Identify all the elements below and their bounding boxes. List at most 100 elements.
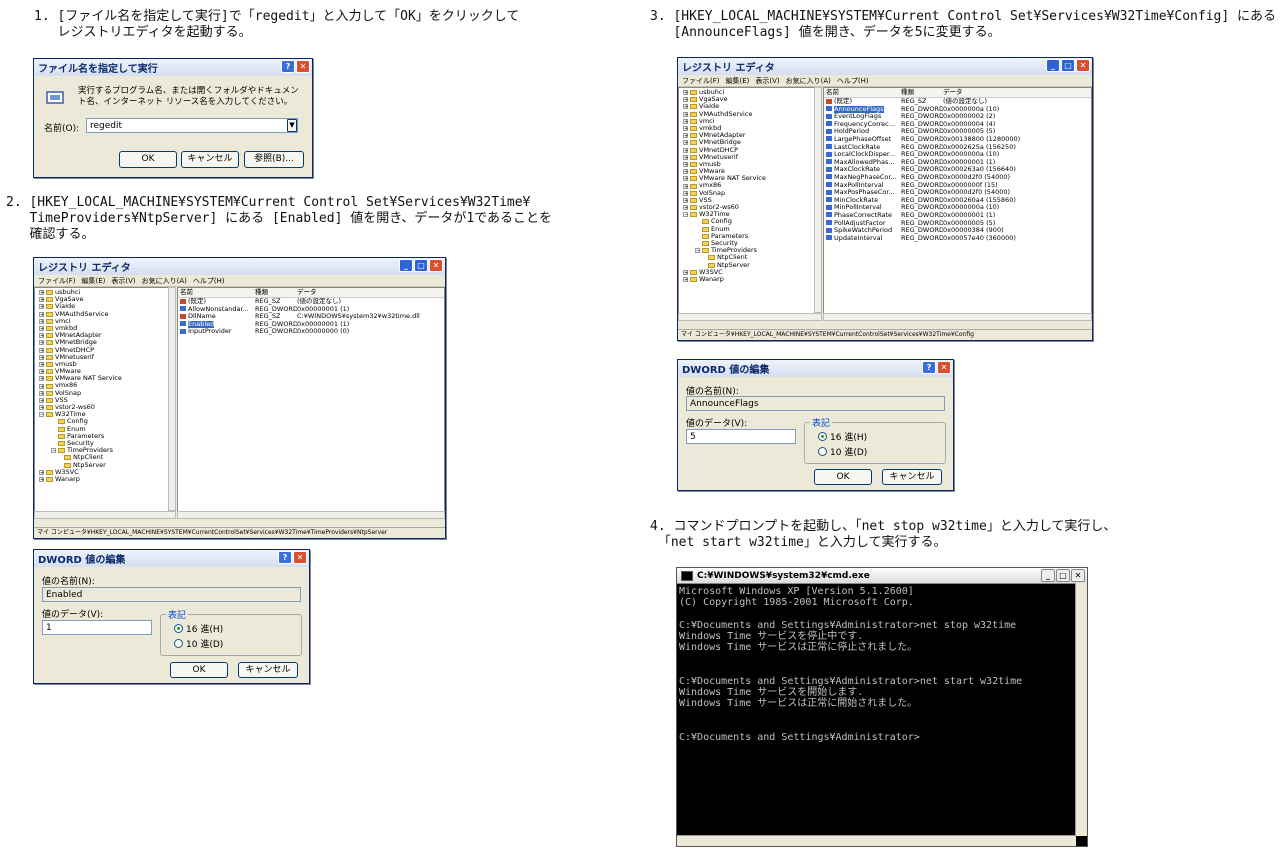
menu-file[interactable]: ファイル(F) — [682, 76, 720, 86]
expand-icon[interactable]: + — [683, 118, 688, 124]
value-row[interactable]: LastClockRate REG_DWORD 0x0002625a (156250… — [824, 144, 1091, 152]
tree-item[interactable]: +Config — [39, 418, 175, 425]
tree-item[interactable]: − TimeProviders — [683, 246, 821, 254]
expand-icon[interactable]: + — [683, 111, 688, 117]
value-row[interactable]: AllowNonstandar... REG_DWORD 0x00000001 (1… — [178, 306, 444, 314]
expand-icon[interactable]: + — [683, 169, 688, 175]
expand-icon[interactable]: + — [683, 140, 688, 146]
value-row[interactable]: SpikeWatchPeriod REG_DWORD 0x00000384 (900… — [824, 227, 1091, 235]
expand-icon[interactable]: + — [39, 340, 44, 346]
expand-icon[interactable]: + — [683, 176, 688, 182]
column-data[interactable]: データ — [943, 88, 1091, 97]
value-data-input[interactable]: 5 — [686, 429, 796, 444]
value-row[interactable]: MaxPollInterval REG_DWORD 0x0000000f (15) — [824, 182, 1091, 190]
expand-icon[interactable]: + — [683, 104, 688, 110]
expand-icon[interactable]: + — [39, 333, 44, 339]
expand-icon[interactable]: + — [683, 269, 688, 275]
expand-icon[interactable]: + — [39, 354, 44, 360]
value-row[interactable]: AnnounceFlags REG_DWORD 0x0000000a (10) — [824, 105, 1091, 114]
expand-icon[interactable]: + — [39, 469, 44, 475]
tree-vscrollbar[interactable] — [814, 87, 822, 313]
minimize-icon[interactable]: _ — [1041, 569, 1055, 582]
close-icon[interactable]: ✕ — [296, 60, 310, 73]
tree-item[interactable]: +Parameters — [683, 232, 821, 240]
cmd-hscrollbar[interactable] — [677, 835, 1076, 846]
minimize-icon[interactable]: _ — [399, 259, 413, 272]
value-row[interactable]: MinClockRate REG_DWORD 0x000260a4 (155860) — [824, 197, 1091, 205]
menu-favorites[interactable]: お気に入り(A) — [786, 76, 831, 86]
expand-icon[interactable]: + — [683, 154, 688, 160]
expand-icon[interactable]: + — [39, 297, 44, 303]
value-row[interactable]: MaxPosPhaseCor... REG_DWORD 0x0000d2f0 (54… — [824, 189, 1091, 197]
cancel-button[interactable]: キャンセル — [238, 662, 298, 678]
expand-icon[interactable]: + — [683, 133, 688, 139]
dec-radio[interactable]: 10 進(D) — [818, 445, 867, 458]
menu-file[interactable]: ファイル(F) — [38, 276, 76, 286]
expand-icon[interactable]: + — [683, 190, 688, 196]
registry-value-list[interactable]: 名前 種類 データ (既定) REG_SZ (値の設定なし) AllowNonstan… — [177, 287, 445, 519]
help-icon[interactable]: ? — [281, 60, 295, 73]
expand-icon[interactable]: + — [683, 205, 688, 211]
tree-item[interactable]: +Enum — [683, 225, 821, 233]
column-name[interactable]: 名前 — [824, 88, 901, 97]
expand-icon[interactable]: + — [683, 276, 688, 282]
expand-icon[interactable]: + — [39, 476, 44, 482]
expand-icon[interactable]: + — [39, 390, 44, 396]
tree-item[interactable]: +NtpClient — [683, 254, 821, 261]
dec-radio[interactable]: 10 進(D) — [174, 637, 223, 650]
menu-edit[interactable]: 編集(E) — [726, 76, 750, 86]
cancel-button[interactable]: キャンセル — [882, 469, 942, 485]
value-row[interactable]: (既定) REG_SZ (値の設定なし) — [824, 98, 1091, 106]
expand-icon[interactable]: + — [683, 147, 688, 153]
value-row[interactable]: FrequencyCorrec... REG_DWORD 0x00000004 (4… — [824, 121, 1091, 129]
list-hscrollbar[interactable] — [823, 313, 1092, 321]
column-type[interactable]: 種類 — [901, 88, 943, 97]
hex-radio[interactable]: 16 進(H) — [174, 622, 223, 635]
cmd-vscrollbar[interactable] — [1075, 583, 1087, 836]
value-row[interactable]: Enabled REG_DWORD 0x00000001 (1) — [178, 320, 444, 329]
registry-tree[interactable]: + usbuhci + VgaSave + ViaIde + VMAuthdService + v… — [34, 287, 176, 519]
name-input[interactable]: regedit — [86, 118, 298, 133]
expand-icon[interactable]: + — [39, 397, 44, 403]
tree-item[interactable]: +NtpClient — [39, 454, 175, 461]
expand-icon[interactable]: + — [39, 311, 44, 317]
browse-button[interactable]: 参照(B)... — [244, 151, 304, 168]
expand-icon[interactable]: + — [683, 126, 688, 132]
expand-icon[interactable]: + — [39, 376, 44, 382]
tree-item[interactable]: +Config — [683, 218, 821, 225]
tree-item[interactable]: − TimeProviders — [39, 446, 175, 454]
close-icon[interactable]: ✕ — [937, 361, 951, 374]
expand-icon[interactable]: + — [683, 97, 688, 103]
value-row[interactable]: UpdateInterval REG_DWORD 0x00057e40 (36000… — [824, 235, 1091, 243]
close-icon[interactable]: ✕ — [293, 551, 307, 564]
tree-item[interactable]: +Parameters — [39, 432, 175, 440]
maximize-icon[interactable]: □ — [1061, 59, 1075, 72]
tree-item[interactable]: + Wanarp — [39, 475, 175, 483]
tree-item[interactable]: +Enum — [39, 425, 175, 433]
expand-icon[interactable]: + — [39, 318, 44, 324]
expand-icon[interactable]: − — [39, 412, 44, 418]
hex-radio[interactable]: 16 進(H) — [818, 430, 867, 443]
expand-icon[interactable]: + — [683, 90, 688, 96]
expand-icon[interactable]: − — [51, 448, 56, 454]
expand-icon[interactable]: + — [39, 405, 44, 411]
expand-icon[interactable]: + — [39, 383, 44, 389]
expand-icon[interactable]: + — [39, 304, 44, 310]
maximize-icon[interactable]: □ — [1056, 569, 1070, 582]
cancel-button[interactable]: キャンセル — [181, 151, 239, 168]
column-type[interactable]: 種類 — [255, 288, 297, 297]
ok-button[interactable]: OK — [170, 662, 228, 678]
menu-help[interactable]: ヘルプ(H) — [193, 276, 225, 286]
value-row[interactable]: EventLogFlags REG_DWORD 0x00000002 (2) — [824, 113, 1091, 121]
value-row[interactable]: MinPollInterval REG_DWORD 0x0000000a (10) — [824, 204, 1091, 212]
run-dropdown-button[interactable]: ▼ — [287, 119, 297, 132]
tree-hscrollbar[interactable] — [34, 511, 176, 519]
maximize-icon[interactable]: □ — [414, 259, 428, 272]
expand-icon[interactable]: + — [39, 361, 44, 367]
tree-item[interactable]: − W32Time — [39, 410, 175, 418]
tree-item[interactable]: + Wanarp — [683, 275, 821, 283]
help-icon[interactable]: ? — [278, 551, 292, 564]
value-row[interactable]: MaxClockRate REG_DWORD 0x000263a0 (156640) — [824, 166, 1091, 174]
expand-icon[interactable]: + — [683, 161, 688, 167]
expand-icon[interactable]: − — [695, 248, 700, 254]
